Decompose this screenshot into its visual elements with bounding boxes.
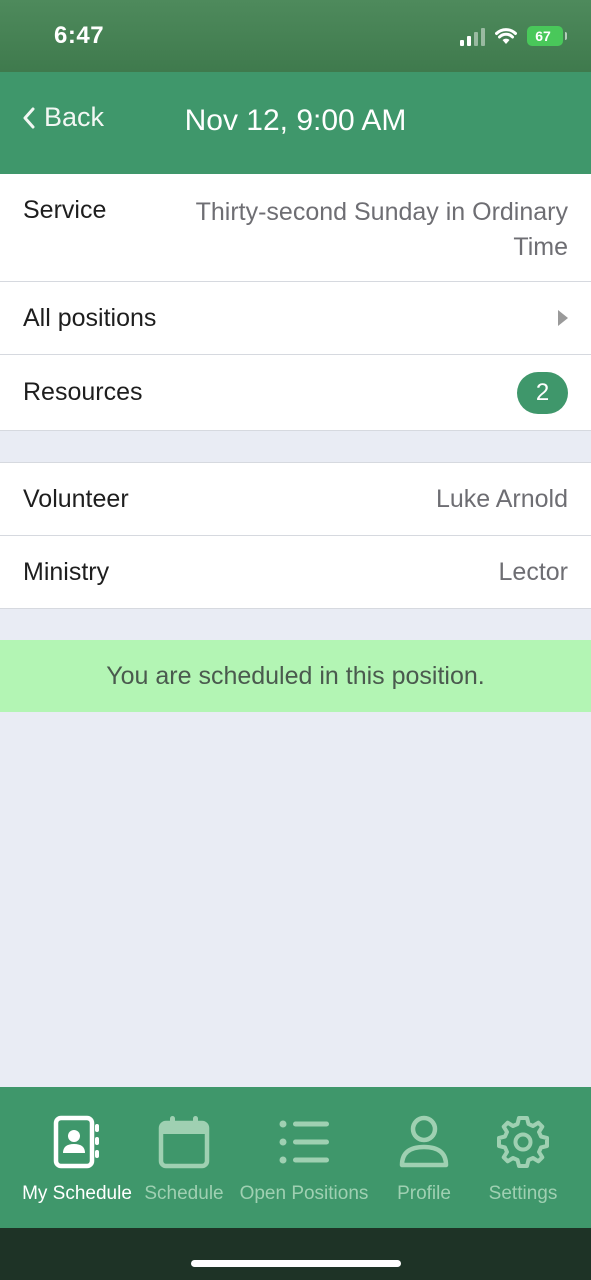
- home-indicator-area: [0, 1228, 591, 1280]
- scheduled-notice: You are scheduled in this position.: [0, 640, 591, 712]
- status-icons: 67: [460, 26, 567, 46]
- nav-bar: Back Nov 12, 9:00 AM: [0, 72, 591, 174]
- status-time: 6:47: [54, 22, 105, 49]
- ministry-label: Ministry: [23, 557, 110, 586]
- ministry-row: Ministry Lector: [0, 536, 591, 609]
- tab-schedule[interactable]: Schedule: [142, 1115, 226, 1205]
- gear-icon: [497, 1116, 549, 1168]
- list-icon: [279, 1120, 329, 1164]
- tab-label: Profile: [397, 1183, 451, 1204]
- all-positions-row[interactable]: All positions: [0, 282, 591, 355]
- status-bar: 6:47 67: [0, 0, 591, 72]
- contact-book-icon: [53, 1115, 99, 1169]
- page-title: Nov 12, 9:00 AM: [184, 104, 407, 137]
- volunteer-value: Luke Arnold: [435, 484, 568, 513]
- battery-icon: 67: [527, 26, 567, 46]
- tab-label: Schedule: [144, 1183, 224, 1204]
- tab-bar: My Schedule Schedule Open Positions Prof…: [0, 1087, 591, 1228]
- service-label: Service: [23, 196, 107, 224]
- home-indicator[interactable]: [191, 1260, 401, 1267]
- chevron-right-icon: [558, 310, 568, 326]
- volunteer-label: Volunteer: [23, 484, 129, 513]
- all-positions-label: All positions: [23, 303, 157, 332]
- tab-open-positions[interactable]: Open Positions: [234, 1115, 374, 1205]
- tab-label: Open Positions: [239, 1183, 369, 1204]
- tab-profile[interactable]: Profile: [390, 1115, 458, 1205]
- service-value: Thirty-second Sunday in Ordinary Time: [195, 198, 568, 261]
- tab-label: Settings: [488, 1183, 558, 1204]
- tab-settings[interactable]: Settings: [484, 1115, 562, 1205]
- resources-row[interactable]: Resources 2: [0, 355, 591, 431]
- tab-label: My Schedule: [22, 1183, 132, 1204]
- battery-level: 67: [535, 28, 551, 44]
- resources-count-badge: 2: [517, 371, 568, 414]
- tab-my-schedule[interactable]: My Schedule: [18, 1115, 136, 1205]
- wifi-icon: [495, 28, 517, 44]
- ministry-value: Lector: [498, 557, 568, 586]
- cellular-signal-icon: [460, 26, 485, 46]
- details-group: Service Thirty-second Sunday in Ordinary…: [0, 174, 591, 431]
- calendar-icon: [158, 1116, 210, 1169]
- person-icon: [399, 1115, 449, 1168]
- resources-label: Resources: [23, 378, 143, 406]
- assignment-group: Volunteer Luke Arnold Ministry Lector: [0, 462, 591, 609]
- service-row: Service Thirty-second Sunday in Ordinary…: [0, 174, 591, 282]
- volunteer-row: Volunteer Luke Arnold: [0, 463, 591, 536]
